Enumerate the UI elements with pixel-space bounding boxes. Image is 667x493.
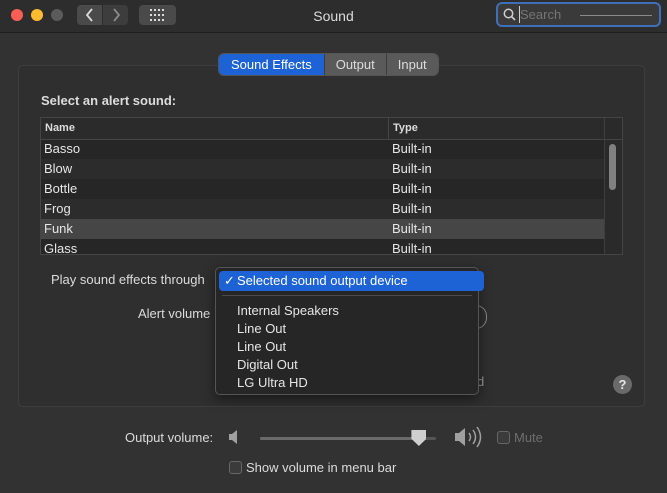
- row-name: Glass: [44, 241, 78, 255]
- table-scrollbar[interactable]: [604, 118, 622, 254]
- row-type: Built-in: [392, 241, 432, 255]
- table-row[interactable]: Blow Built-in: [41, 159, 606, 179]
- mute-label: Mute: [514, 430, 543, 445]
- table-row[interactable]: Frog Built-in: [41, 199, 606, 219]
- show-volume-checkbox[interactable]: [229, 461, 242, 474]
- row-type: Built-in: [392, 161, 432, 176]
- alert-sound-table[interactable]: Name Type Basso Built-in Blow Built-in B…: [40, 117, 623, 255]
- column-header-type[interactable]: Type: [393, 122, 418, 134]
- row-type: Built-in: [392, 181, 432, 196]
- mute-checkbox[interactable]: [497, 431, 510, 444]
- output-volume-knob[interactable]: [411, 430, 427, 446]
- tab-output[interactable]: Output: [323, 54, 386, 75]
- row-name: Frog: [44, 201, 71, 216]
- row-name: Funk: [44, 221, 73, 236]
- scrollbar-thumb[interactable]: [609, 144, 616, 190]
- table-row[interactable]: Bottle Built-in: [41, 179, 606, 199]
- output-volume-slider[interactable]: [260, 437, 436, 440]
- menu-item-label: Selected sound output device: [237, 273, 408, 288]
- menu-item-internal-speakers[interactable]: Internal Speakers: [237, 303, 339, 318]
- output-device-menu[interactable]: ✓ Selected sound output device Internal …: [215, 267, 484, 395]
- tab-sound-effects[interactable]: Sound Effects: [219, 54, 324, 75]
- title-bar: Sound: [0, 0, 667, 33]
- speaker-low-icon: [229, 430, 237, 444]
- tab-input[interactable]: Input: [385, 54, 438, 75]
- show-volume-label: Show volume in menu bar: [246, 460, 397, 475]
- row-type: Built-in: [392, 201, 432, 216]
- alert-volume-label: Alert volume: [138, 306, 211, 321]
- table-row[interactable]: Basso Built-in: [41, 139, 606, 159]
- menu-item-line-out[interactable]: Line Out: [237, 321, 286, 336]
- table-row-selected[interactable]: Funk Built-in: [41, 219, 606, 239]
- search-underline: [580, 15, 652, 16]
- help-button[interactable]: ?: [613, 375, 632, 394]
- menu-item-selected[interactable]: ✓ Selected sound output device: [219, 271, 484, 291]
- play-through-label: Play sound effects through: [51, 272, 205, 287]
- scrollbar-corner: [605, 118, 622, 140]
- speaker-high-icon: [455, 426, 482, 448]
- column-divider: [388, 118, 389, 139]
- row-name: Basso: [44, 141, 81, 156]
- tab-bar: Sound Effects Output Input: [219, 54, 438, 75]
- output-volume-label: Output volume:: [125, 430, 214, 445]
- search-icon: [503, 8, 516, 21]
- table-header: Name Type: [41, 118, 606, 140]
- row-name: Blow: [44, 161, 73, 176]
- alert-sound-heading: Select an alert sound:: [41, 93, 177, 108]
- output-volume-fill: [260, 437, 419, 440]
- menu-separator: [222, 295, 472, 296]
- row-type: Built-in: [392, 141, 432, 156]
- row-name: Bottle: [44, 181, 78, 196]
- column-header-name[interactable]: Name: [45, 122, 75, 134]
- menu-item-digital-out[interactable]: Digital Out: [237, 357, 298, 372]
- menu-item-lg-ultra-hd[interactable]: LG Ultra HD: [237, 375, 308, 390]
- table-row[interactable]: Glass Built-in: [41, 239, 606, 255]
- search-field[interactable]: [496, 2, 661, 27]
- checkmark-icon: ✓: [224, 273, 235, 288]
- row-type: Built-in: [392, 221, 432, 236]
- menu-item-line-out[interactable]: Line Out: [237, 339, 286, 354]
